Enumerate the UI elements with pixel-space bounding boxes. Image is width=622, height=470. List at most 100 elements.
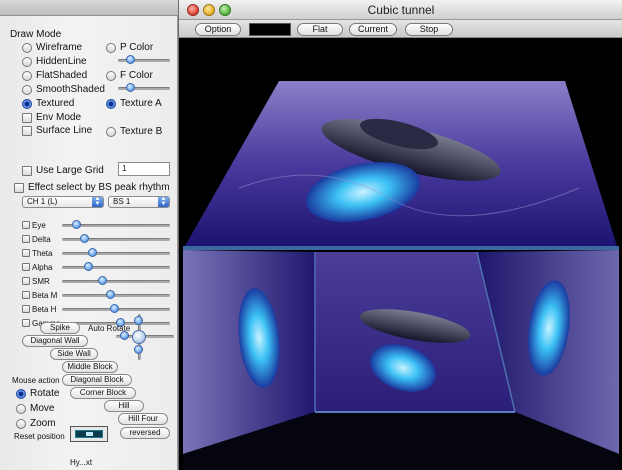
- panel-title-strip: [0, 0, 178, 16]
- label-smoothshaded: SmoothShaded: [36, 84, 105, 95]
- option-button[interactable]: Option: [195, 23, 241, 36]
- reset-preview-icon: [75, 430, 103, 438]
- draw-mode-label: Draw Mode: [10, 29, 62, 40]
- band-label: Theta: [32, 249, 53, 258]
- bs-select-value: BS 1: [113, 197, 131, 206]
- label-texture-a: Texture A: [120, 98, 162, 109]
- select-arrows-icon: ▲ ▼: [92, 196, 103, 207]
- rotate-down-knob[interactable]: [134, 345, 143, 354]
- band-label: Beta H: [32, 305, 57, 314]
- rotate-joystick-knob[interactable]: [132, 330, 146, 344]
- mouse-action-label: Mouse action: [12, 376, 60, 385]
- current-button[interactable]: Current: [349, 23, 397, 36]
- diagonal-block-button[interactable]: Diagonal Block: [62, 374, 132, 386]
- checkbox-band-beta-m[interactable]: [22, 291, 30, 299]
- radio-flatshaded[interactable]: [22, 71, 32, 81]
- rotate-up-knob[interactable]: [134, 316, 143, 325]
- radio-move[interactable]: [16, 404, 26, 414]
- label-texture-b: Texture B: [120, 126, 163, 137]
- checkbox-band-eye[interactable]: [22, 221, 30, 229]
- channel-select-value: CH 1 (L): [27, 197, 58, 206]
- band-slider-knob[interactable]: [79, 234, 89, 243]
- radio-smoothshaded[interactable]: [22, 85, 32, 95]
- stop-button[interactable]: Stop: [405, 23, 453, 36]
- band-label: Eye: [32, 221, 46, 230]
- band-slider-knob[interactable]: [87, 248, 97, 257]
- checkbox-band-alpha[interactable]: [22, 263, 30, 271]
- radio-wireframe[interactable]: [22, 43, 32, 53]
- side-wall-button[interactable]: Side Wall: [50, 348, 98, 360]
- band-slider-track[interactable]: [62, 266, 170, 269]
- checkbox-band-smr[interactable]: [22, 277, 30, 285]
- label-textured: Textured: [36, 98, 75, 109]
- label-surface-line: Surface Line: [36, 125, 93, 136]
- bottom-window-label: Hy...xt: [70, 458, 93, 467]
- radio-p-color[interactable]: [106, 43, 116, 53]
- label-hiddenline: HiddenLine: [36, 56, 87, 67]
- diagonal-wall-button[interactable]: Diagonal Wall: [22, 335, 88, 347]
- rotate-left-knob[interactable]: [120, 331, 129, 340]
- label-rotate: Rotate: [30, 388, 60, 399]
- select-arrows-icon: ▲ ▼: [158, 196, 169, 207]
- label-use-large-grid: Use Large Grid: [36, 165, 104, 176]
- band-slider-track[interactable]: [62, 238, 170, 241]
- cubic-tunnel-render: [183, 81, 619, 470]
- band-slider-knob[interactable]: [105, 290, 115, 299]
- bs-select[interactable]: BS 1 ▲ ▼: [108, 196, 170, 208]
- label-effect-select: Effect select by BS peak rhythm: [28, 182, 170, 193]
- checkbox-band-beta-h[interactable]: [22, 305, 30, 313]
- band-label: SMR: [32, 277, 50, 286]
- corner-block-button[interactable]: Corner Block: [70, 387, 136, 399]
- band-slider-knob[interactable]: [109, 304, 119, 313]
- label-flatshaded: FlatShaded: [36, 70, 88, 81]
- band-label: Alpha: [32, 263, 53, 272]
- channel-select[interactable]: CH 1 (L) ▲ ▼: [22, 196, 104, 208]
- band-slider-knob[interactable]: [71, 220, 81, 229]
- checkbox-use-large-grid[interactable]: [22, 166, 32, 176]
- label-zoom: Zoom: [30, 418, 56, 429]
- f-color-slider-knob[interactable]: [126, 83, 135, 92]
- label-wireframe: Wireframe: [36, 42, 83, 53]
- grid-value-field[interactable]: 1: [118, 162, 170, 176]
- middle-block-button[interactable]: Middle Block: [62, 361, 118, 373]
- color-swatch[interactable]: [249, 23, 291, 36]
- p-color-slider-knob[interactable]: [126, 55, 135, 64]
- spike-button[interactable]: Spike: [40, 322, 80, 334]
- checkbox-band-delta[interactable]: [22, 235, 30, 243]
- radio-zoom[interactable]: [16, 419, 26, 429]
- band-slider-knob[interactable]: [83, 262, 93, 271]
- hill-four-button[interactable]: Hill Four: [118, 413, 168, 425]
- radio-texture-a[interactable]: [106, 99, 116, 109]
- checkbox-band-theta[interactable]: [22, 249, 30, 257]
- radio-rotate[interactable]: [16, 389, 26, 399]
- reset-position-button[interactable]: [70, 426, 108, 442]
- window-title: Cubic tunnel: [367, 3, 435, 17]
- flat-button[interactable]: Flat: [297, 23, 343, 36]
- cube-seam: [183, 246, 619, 250]
- checkbox-surface-line[interactable]: [22, 126, 32, 136]
- radio-hiddenline[interactable]: [22, 57, 32, 67]
- reversed-button[interactable]: reversed: [120, 427, 170, 439]
- label-move: Move: [30, 403, 55, 414]
- reset-position-label: Reset position: [14, 432, 65, 441]
- band-label: Delta: [32, 235, 51, 244]
- toolbar: Option Flat Current Stop: [179, 20, 622, 38]
- band-slider-track[interactable]: [62, 294, 170, 297]
- reset-preview-highlight: [86, 432, 93, 436]
- control-panel: Draw Mode Wireframe HiddenLine FlatShade…: [0, 16, 178, 470]
- checkbox-effect-select[interactable]: [14, 183, 24, 193]
- label-p-color: P Color: [120, 42, 154, 53]
- label-f-color: F Color: [120, 70, 153, 81]
- radio-texture-b[interactable]: [106, 127, 116, 137]
- radio-f-color[interactable]: [106, 71, 116, 81]
- cubic-tunnel-window: Cubic tunnel Option Flat Current Stop: [178, 0, 622, 470]
- band-slider-track[interactable]: [62, 280, 170, 283]
- checkbox-env-mode[interactable]: [22, 113, 32, 123]
- title-bar[interactable]: Cubic tunnel: [179, 0, 622, 20]
- radio-textured[interactable]: [22, 99, 32, 109]
- hill-button[interactable]: Hill: [104, 400, 144, 412]
- checkbox-band-gamma[interactable]: [22, 319, 30, 327]
- band-slider-track[interactable]: [62, 252, 170, 255]
- 3d-viewport[interactable]: [179, 38, 622, 470]
- band-slider-knob[interactable]: [97, 276, 107, 285]
